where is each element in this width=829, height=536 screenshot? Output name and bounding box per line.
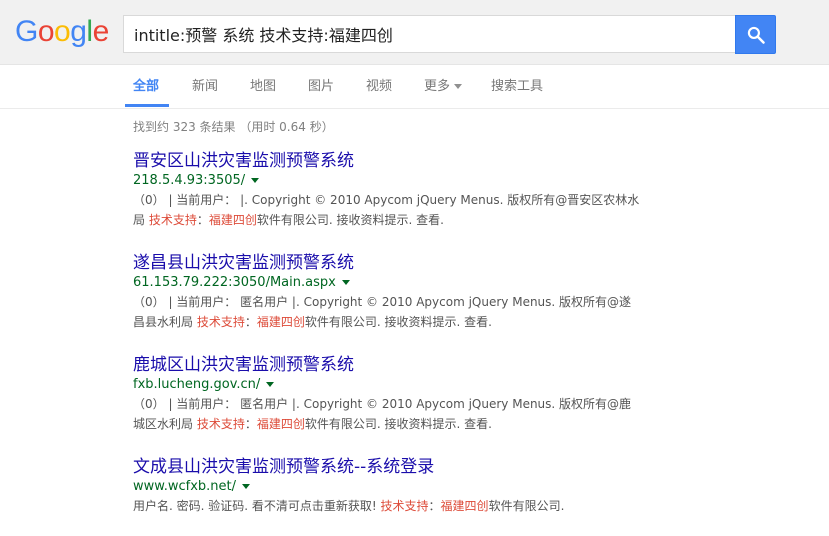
tab-news[interactable]: 新闻 — [192, 79, 218, 95]
result-url: 218.5.4.93:3505/ — [133, 172, 643, 190]
snippet-text: 软件有限公司. — [488, 499, 565, 513]
snippet-highlight: 福建四创 — [440, 499, 489, 513]
snippet-colon: ： — [244, 417, 257, 431]
result-title-link[interactable]: 晋安区山洪灾害监测预警系统 — [133, 150, 643, 172]
search-box[interactable] — [123, 15, 735, 53]
result-snippet: 用户名. 密码. 验证码. 看不清可点击重新获取! 技术支持：福建四创软件有限公… — [133, 496, 643, 516]
result-url-text: 218.5.4.93:3505/ — [133, 173, 246, 188]
snippet-text: 软件有限公司. 接收资料提示. 查看. — [256, 213, 444, 227]
tab-more[interactable]: 更多 — [424, 79, 463, 95]
snippet-highlight: 福建四创 — [256, 315, 305, 329]
search-result: 鹿城区山洪灾害监测预警系统 fxb.lucheng.gov.cn/ （0） | … — [133, 354, 643, 434]
result-title-link[interactable]: 鹿城区山洪灾害监测预警系统 — [133, 354, 643, 376]
tab-videos[interactable]: 视频 — [366, 79, 392, 95]
snippet-highlight: 技术支持 — [380, 499, 429, 513]
search-result: 文成县山洪灾害监测预警系统--系统登录 www.wcfxb.net/ 用户名. … — [133, 456, 643, 516]
search-tools-button[interactable]: 搜索工具 — [491, 79, 543, 95]
result-url-text: 61.153.79.222:3050/Main.aspx — [133, 275, 336, 290]
logo-letter: o — [54, 15, 71, 48]
logo-letter: e — [92, 15, 110, 48]
snippet-text: 软件有限公司. 接收资料提示. 查看. — [304, 315, 492, 329]
result-url-text: www.wcfxb.net/ — [133, 479, 236, 494]
result-snippet: （0） | 当前用户： 匿名用户 |. Copyright © 2010 Apy… — [133, 292, 643, 332]
snippet-highlight: 技术支持 — [196, 315, 245, 329]
tab-more-label: 更多 — [424, 79, 451, 94]
snippet-highlight: 福建四创 — [208, 213, 257, 227]
search-result: 遂昌县山洪灾害监测预警系统 61.153.79.222:3050/Main.as… — [133, 252, 643, 332]
result-title-link[interactable]: 遂昌县山洪灾害监测预警系统 — [133, 252, 643, 274]
snippet-colon: ： — [244, 315, 257, 329]
url-menu-caret-icon[interactable] — [266, 382, 275, 387]
result-snippet: （0） | 当前用户： 匿名用户 |. Copyright © 2010 Apy… — [133, 394, 643, 434]
result-url-text: fxb.lucheng.gov.cn/ — [133, 377, 261, 392]
logo-letter: o — [37, 15, 55, 48]
active-tab-indicator — [125, 104, 169, 107]
snippet-highlight: 福建四创 — [256, 417, 305, 431]
result-stats: 找到约 323 条结果 （用时 0.64 秒） — [133, 120, 334, 134]
result-url: www.wcfxb.net/ — [133, 478, 643, 496]
snippet-text: 用户名. 密码. 验证码. 看不清可点击重新获取! — [133, 499, 381, 513]
result-url: fxb.lucheng.gov.cn/ — [133, 376, 643, 394]
url-menu-caret-icon[interactable] — [241, 484, 250, 489]
snippet-colon: ： — [428, 499, 441, 513]
search-result: 晋安区山洪灾害监测预警系统 218.5.4.93:3505/ （0） | 当前用… — [133, 150, 643, 230]
result-snippet: （0） | 当前用户： |. Copyright © 2010 Apycom j… — [133, 190, 643, 230]
search-icon — [747, 26, 765, 44]
tab-maps[interactable]: 地图 — [250, 79, 276, 95]
logo-letter: G — [15, 15, 38, 48]
search-nav: 全部 新闻 地图 图片 视频 更多 搜索工具 — [0, 65, 829, 109]
logo-letter: g — [70, 15, 87, 48]
google-logo[interactable]: Google — [15, 14, 109, 50]
url-menu-caret-icon[interactable] — [341, 280, 350, 285]
caret-down-icon — [454, 84, 463, 89]
result-url: 61.153.79.222:3050/Main.aspx — [133, 274, 643, 292]
snippet-highlight: 技术支持 — [148, 213, 197, 227]
result-title-link[interactable]: 文成县山洪灾害监测预警系统--系统登录 — [133, 456, 643, 478]
snippet-highlight: 技术支持 — [196, 417, 245, 431]
tab-all[interactable]: 全部 — [133, 79, 159, 95]
snippet-colon: ： — [196, 213, 209, 227]
tab-images[interactable]: 图片 — [308, 79, 334, 95]
url-menu-caret-icon[interactable] — [251, 178, 260, 183]
header: Google — [0, 0, 829, 65]
search-button[interactable] — [735, 15, 776, 54]
snippet-text: 软件有限公司. 接收资料提示. 查看. — [304, 417, 492, 431]
search-input[interactable] — [124, 16, 735, 52]
